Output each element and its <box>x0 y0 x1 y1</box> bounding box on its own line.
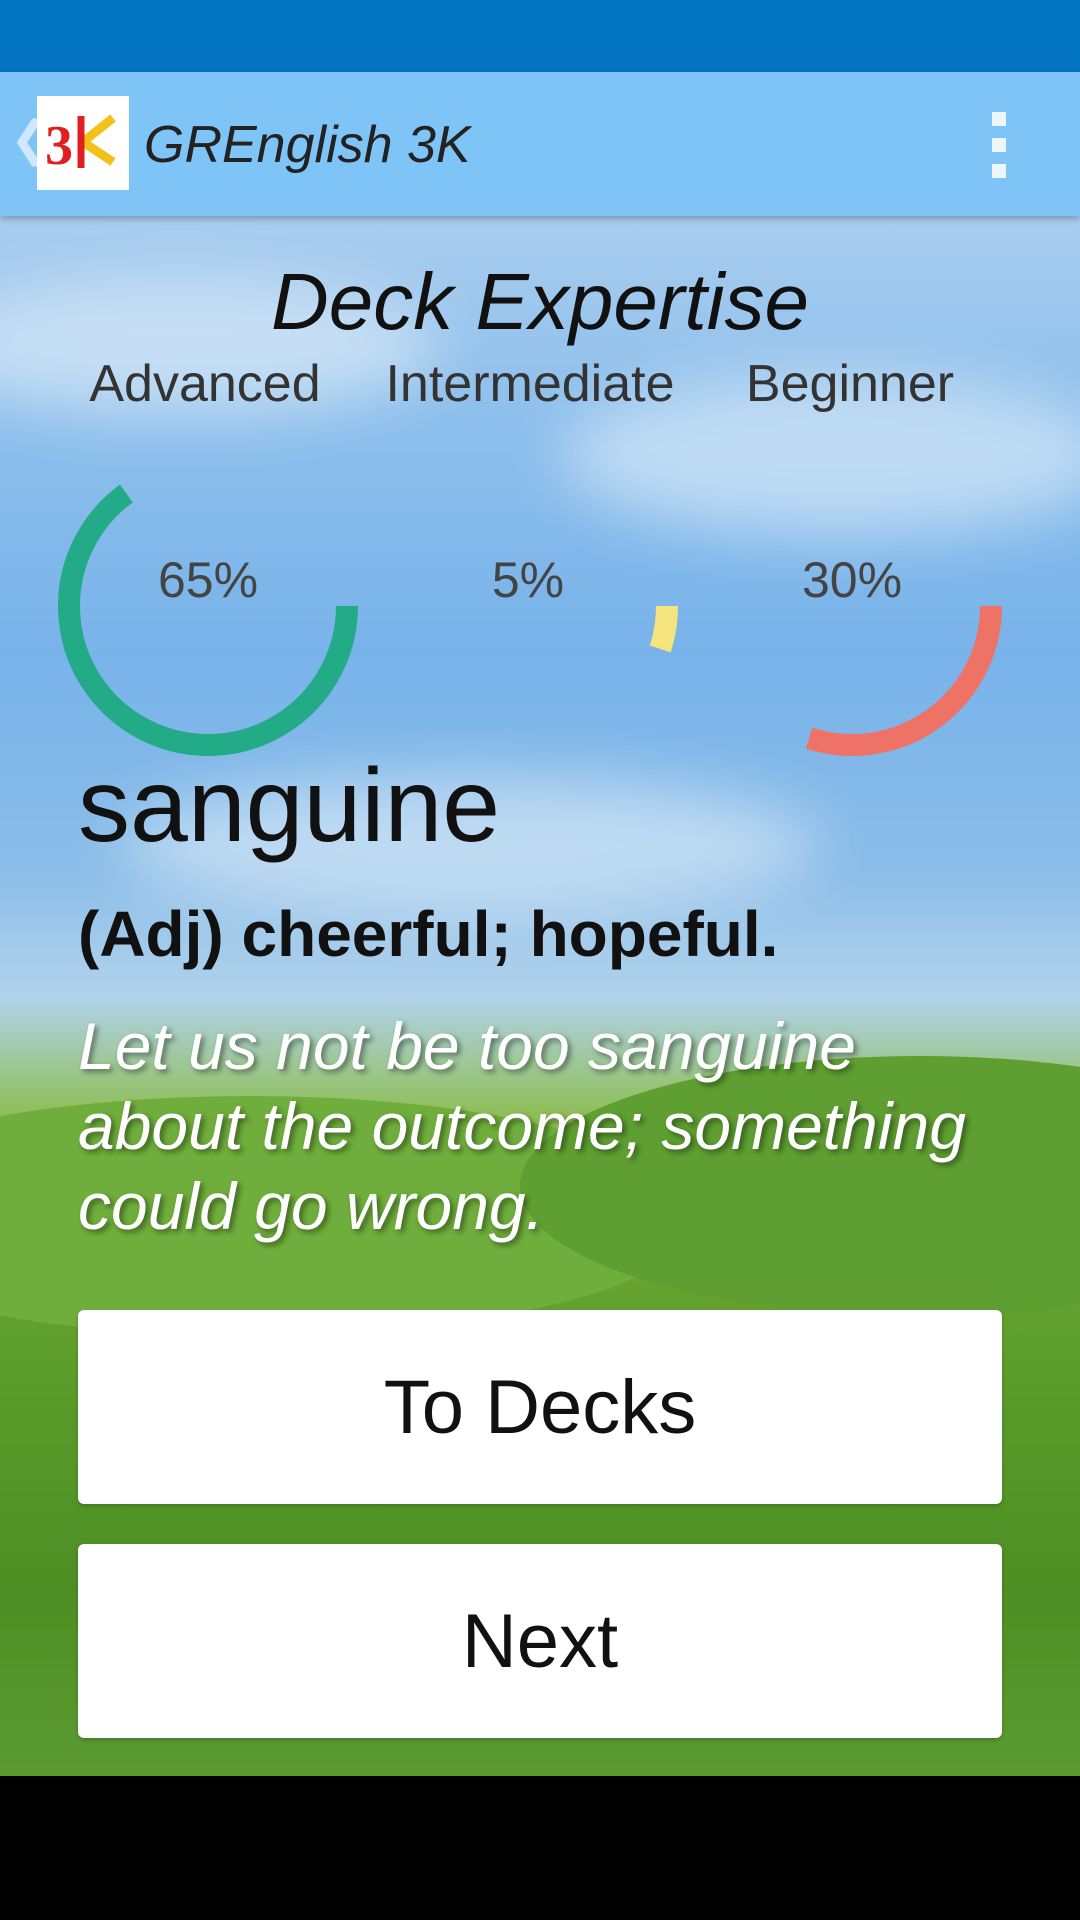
main-content: Deck Expertise Advanced Intermediate Beg… <box>0 216 1080 1776</box>
status-bar <box>0 0 1080 72</box>
level-label-intermediate: Intermediate <box>385 355 675 413</box>
example-sentence: Let us not be too sanguine about the out… <box>78 1009 966 1243</box>
app-title: GREnglish 3K <box>144 116 471 174</box>
gauge-arc-beginner <box>805 605 1002 756</box>
vocab-word: sanguine <box>78 748 501 864</box>
menu-dot <box>992 138 1006 152</box>
logo-3k-icon: 3 <box>45 114 116 177</box>
percent-intermediate: 5% <box>491 552 565 608</box>
deck-expertise-title: Deck Expertise <box>271 257 809 346</box>
gauge-arc-intermediate <box>649 605 678 653</box>
menu-dot <box>992 112 1006 126</box>
gauge-arc-advanced <box>58 484 358 756</box>
percent-advanced: 65% <box>157 552 259 608</box>
level-label-beginner: Beginner <box>745 355 955 413</box>
to-decks-button[interactable]: To Decks <box>78 1310 1002 1504</box>
svg-text:3: 3 <box>45 115 73 177</box>
app-logo[interactable]: 3 <box>37 96 129 190</box>
next-button[interactable]: Next <box>78 1544 1002 1738</box>
menu-dot <box>992 164 1006 178</box>
word-definition: (Adj) cheerful; hopeful. <box>78 898 779 970</box>
level-label-advanced: Advanced <box>89 355 321 413</box>
percent-beginner: 30% <box>801 552 903 608</box>
navigation-bar <box>0 1776 1080 1920</box>
overflow-menu-icon[interactable] <box>984 112 1014 178</box>
app-bar: ❮ 3 GREnglish 3K <box>0 72 1080 216</box>
